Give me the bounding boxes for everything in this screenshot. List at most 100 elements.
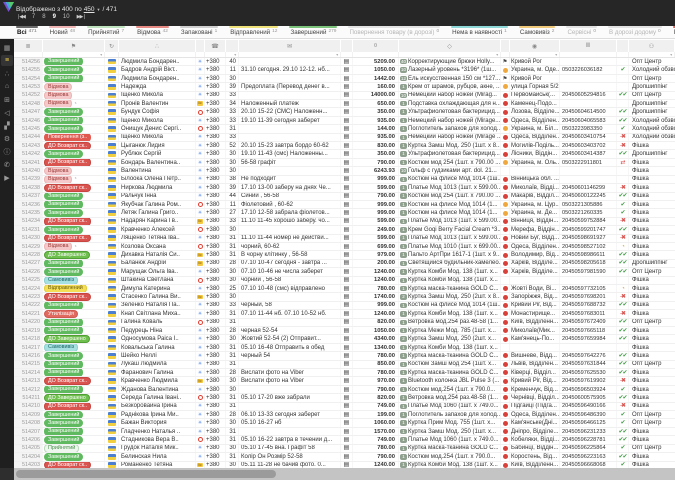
phone-number[interactable]: +380 [205, 335, 226, 342]
customer-name[interactable]: Бажан Виктория [119, 419, 196, 426]
status-badge[interactable]: Завершений [44, 108, 83, 115]
tracking-number[interactable]: 20450596486390 [560, 411, 617, 418]
video-icon[interactable]: ▶ [1, 172, 13, 183]
manager-comment[interactable] [239, 92, 341, 99]
tab-В дорозі додому[interactable]: В дорозі додому0 [608, 26, 662, 38]
company-icon[interactable]: ⌂ [1, 81, 13, 92]
customer-name[interactable]: Летяк Галина Григо.. [119, 209, 196, 216]
status-badge[interactable]: Повернення (з.. [44, 134, 91, 141]
status-badge[interactable]: Завершений [44, 419, 83, 426]
tracking-number[interactable]: 20450604065583 [560, 117, 617, 124]
manager-comment[interactable]: черная 52-54 [239, 327, 341, 334]
manager-comment[interactable]: Жовтий 52-54 (2) Отправит... [239, 335, 341, 342]
tracking-number[interactable]: 20450600122245 [560, 193, 617, 200]
phone-number[interactable]: +380 [205, 235, 226, 242]
customer-name[interactable]: Бундук Софія [119, 108, 196, 115]
manager-comment[interactable] [239, 361, 341, 368]
product-cell[interactable]: 1Куртка Комби Мод. 138 (1шт. х... [399, 277, 501, 284]
tab-Всі[interactable]: Всі471 [16, 26, 38, 38]
filter-dropdown-icon[interactable]: ▼ [670, 52, 673, 58]
tracking-number[interactable]: 0503221305886 [560, 201, 617, 208]
table-row[interactable]: 514208ЗавершенийБажан Виктория✳+3803005.… [14, 419, 675, 427]
delivery-city[interactable]: улица Горная 5/2 [510, 83, 560, 90]
header-cell[interactable]: ≣ [14, 40, 42, 52]
tracking-number[interactable]: 20450598205618 [560, 260, 617, 267]
phone-number[interactable]: +380 [205, 150, 226, 157]
tracking-number[interactable] [560, 277, 617, 284]
table-row[interactable]: 514230ДО Возврат ск..Лященко Тетяна Іва.… [14, 235, 675, 243]
customer-name[interactable]: Кравченко Людмила [119, 377, 196, 384]
manager-comment[interactable] [239, 125, 341, 132]
phone-number[interactable]: +380 [205, 445, 226, 452]
phone-number[interactable]: +380 [205, 125, 226, 132]
delivery-city[interactable]: Макарів, Відділ... [510, 193, 560, 200]
manager-comment[interactable]: 11.10 11-44 номер не действи... [239, 235, 341, 242]
first-page-button[interactable]: ❘◀◀ [16, 14, 25, 20]
product-cell[interactable]: 1Ветровка мод.254 раз.48-58 (1... [399, 394, 501, 401]
customer-name[interactable]: Лукаш Людмила [119, 361, 196, 368]
delivery-city[interactable]: Кременчук, Від... [510, 386, 560, 393]
delivery-city[interactable]: Львів, Відділен... [510, 361, 560, 368]
table-row[interactable]: 514213ДО Возврат ск..Кравченко Людмилаli… [14, 377, 675, 385]
customer-name[interactable]: Бадров Андрій Вікт.. [119, 66, 196, 73]
product-cell[interactable]: 1Куртка маска-тканина GOLD C... [399, 369, 501, 376]
delivery-city[interactable]: Первомайськ(... [510, 92, 560, 99]
delivery-city[interactable]: Мерефа, Віддін... [510, 226, 560, 233]
tracking-number[interactable]: 0503223983350 [560, 125, 617, 132]
customer-name[interactable]: Односумова Раіса І.. [119, 335, 196, 342]
delivery-city[interactable]: Бабинці, Віддін... [510, 445, 560, 452]
delivery-city[interactable]: Миколаїв(Мик... [510, 327, 560, 334]
product-cell[interactable]: 1Костюм мод 254 (1шт. х 790.00 ... [399, 159, 501, 166]
phone-number[interactable]: +380 [205, 436, 226, 443]
product-cell[interactable]: 1Куртка Замш Мод. 250 (1шт. х 8... [399, 142, 501, 149]
filter-cell[interactable] [341, 52, 353, 57]
manager-comment[interactable]: Вислати фото на Viber [239, 377, 341, 384]
tracking-number[interactable]: 20450596503924 [560, 386, 617, 393]
tracking-number[interactable] [560, 75, 617, 82]
table-row[interactable]: 514215ЗавершенийЛукаш Людмила✳+38031▤850… [14, 361, 675, 369]
product-cell[interactable]: 1Костюм мод 254 (1шт. х 790.00 ... [399, 193, 501, 200]
status-badge[interactable]: Завершений [44, 260, 83, 267]
status-badge[interactable]: ДО Завершено [44, 335, 90, 342]
delivery-city[interactable]: Київ, Відділенн... [510, 319, 560, 326]
table-row[interactable]: 514225СамовивізШтакина Светлана+38030чор… [14, 277, 675, 285]
header-cell[interactable] [226, 40, 238, 52]
table-row[interactable]: 514241ДО Возврат ск..Бондарь Валентина..… [14, 159, 675, 167]
status-badge[interactable]: Завершений [44, 453, 83, 460]
status-badge[interactable]: ДО Возврат ск.. [44, 218, 91, 225]
phone-number[interactable]: +380 [205, 218, 226, 225]
tracking-number[interactable]: 20450599752884 [560, 218, 617, 225]
tracking-number[interactable]: 20450603414387 [560, 150, 617, 157]
table-row[interactable]: 514218ДО ЗавершеноОдносумова Раіса І..✳+… [14, 335, 675, 343]
tracking-number[interactable]: 20450598986611 [560, 251, 617, 258]
table-row[interactable]: 514256ЗавершенийЛюдмила Бондарен..✳+3804… [14, 58, 675, 66]
delivery-city[interactable]: Ківерці, Відділ... [510, 369, 560, 376]
manager-comment[interactable] [239, 293, 341, 300]
status-badge[interactable]: Завершений [44, 226, 83, 233]
status-badge[interactable]: Утилізація [44, 310, 78, 317]
product-cell[interactable]: 1Костюм мод.254 (1шт. х 790.0... [399, 386, 501, 393]
delivery-city[interactable]: Підгайці (Підга... [510, 403, 560, 410]
manager-comment[interactable] [239, 428, 341, 435]
status-badge[interactable]: Відмова [44, 176, 72, 183]
filter-cell[interactable]: ▼ [43, 52, 105, 57]
phone-number[interactable]: +380 [205, 108, 226, 115]
customer-name[interactable]: Валентина [119, 167, 196, 174]
table-row[interactable]: 514229Відмова◔Козлова Оксана+38031чорний… [14, 243, 675, 251]
tracking-number[interactable]: 0503226036182 [560, 66, 617, 73]
tracking-number[interactable] [560, 176, 617, 183]
customer-name[interactable]: Шейко Неллі [119, 352, 196, 359]
page-number[interactable]: 10 [63, 14, 70, 20]
orders-list-icon[interactable]: ≡ [1, 55, 13, 66]
table-row[interactable]: 514236ЗавершенийЯкубчак Галина Ром..+380… [14, 201, 675, 209]
page-number[interactable]: 8 [42, 14, 45, 20]
status-badge[interactable]: Самовивіз [44, 277, 78, 284]
status-badge[interactable]: Завершений [44, 436, 83, 443]
customer-name[interactable]: Баланюк Андрій [119, 260, 196, 267]
tracking-number[interactable]: 20450603403702 [560, 142, 617, 149]
status-badge[interactable]: Відмова [44, 100, 72, 107]
tracking-number[interactable]: 20450599201747 [560, 226, 617, 233]
manager-comment[interactable]: Вислати фото на Viber [239, 369, 341, 376]
customer-name[interactable]: Гладченко Наталья .. [119, 428, 196, 435]
tab-Нема в наявності[interactable]: Нема в наявності1 [451, 26, 508, 38]
